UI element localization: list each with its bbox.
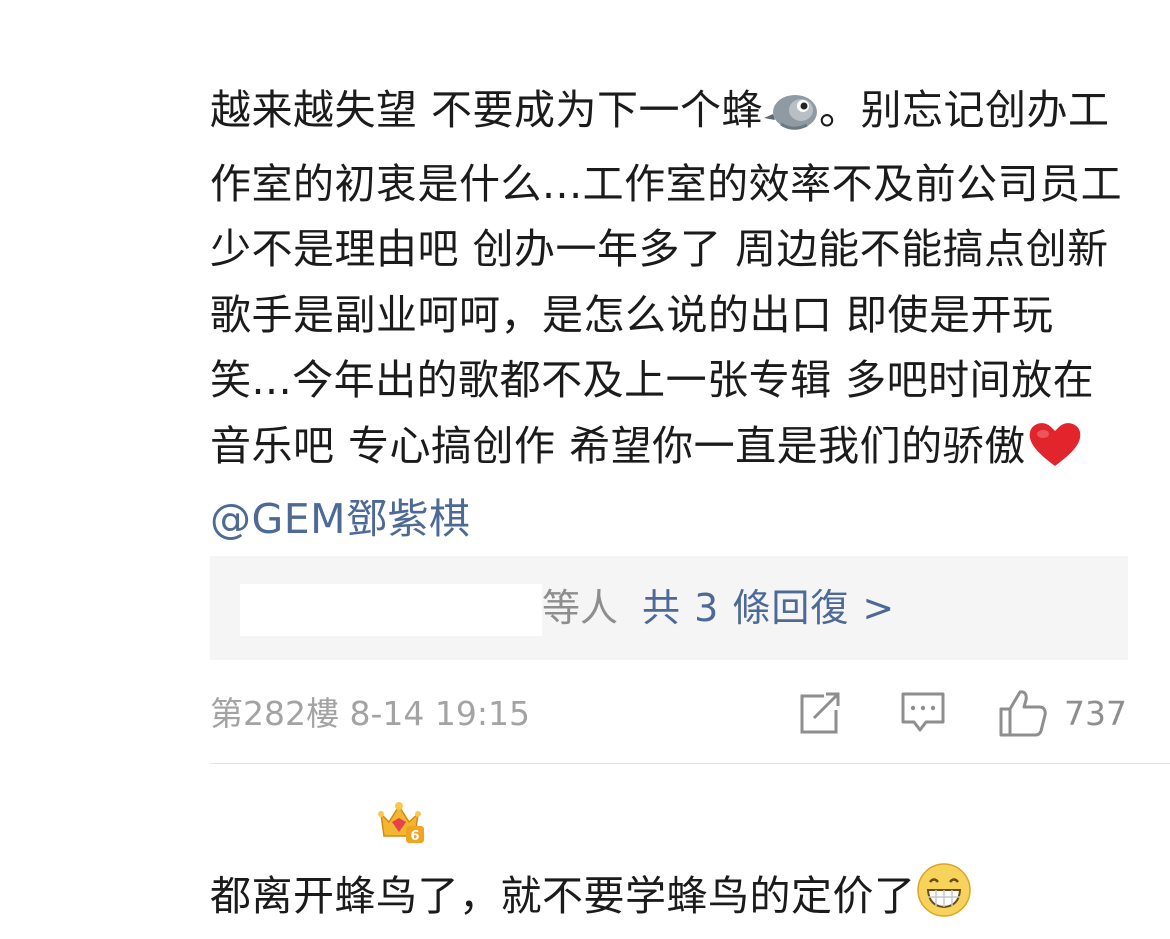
comment-divider <box>210 763 1170 764</box>
like-icon <box>999 690 1047 737</box>
comment-button[interactable] <box>900 688 946 738</box>
crown-level-badge-icon: 6 <box>378 800 424 844</box>
comment-meta-row: 第282樓 8-14 19:15 737 <box>210 688 1130 738</box>
share-button[interactable] <box>798 688 842 738</box>
bird-emoji-icon <box>763 86 819 152</box>
share-icon <box>800 692 840 734</box>
second-comment-text: 都离开蜂鸟了，就不要学蜂鸟的定价了 <box>210 862 1130 936</box>
like-button[interactable] <box>998 688 1048 738</box>
badge-level: 6 <box>410 829 419 844</box>
comment-icon <box>901 692 945 732</box>
comment-text-part-1: 越来越失望 不要成为下一个蜂 <box>210 86 764 134</box>
grin-emoji-icon <box>916 862 972 936</box>
replies-preview[interactable]: 等人 共 3 條回復 > <box>210 556 1128 660</box>
floor-and-timestamp: 第282樓 8-14 19:15 <box>210 694 530 733</box>
like-count: 737 <box>1064 694 1127 733</box>
comment-text-part-2: 。别忘记创办工作室的初衷是什么...工作室的效率不及前公司员工少不是理由吧 创办… <box>210 86 1123 470</box>
reply-count-link[interactable]: 共 3 條回復 > <box>642 580 895 636</box>
reply-others-label: 等人 <box>542 586 619 630</box>
reply-names-redacted <box>240 584 542 636</box>
second-comment-body: 都离开蜂鸟了，就不要学蜂鸟的定价了 <box>210 872 916 920</box>
mention-link[interactable]: @GEM鄧紫棋 <box>210 495 471 543</box>
comment-text: 越来越失望 不要成为下一个蜂 。别忘记创办工作室的初衷是什么...工作室的效率不及… <box>210 78 1130 553</box>
heart-emoji-icon <box>1026 420 1084 488</box>
